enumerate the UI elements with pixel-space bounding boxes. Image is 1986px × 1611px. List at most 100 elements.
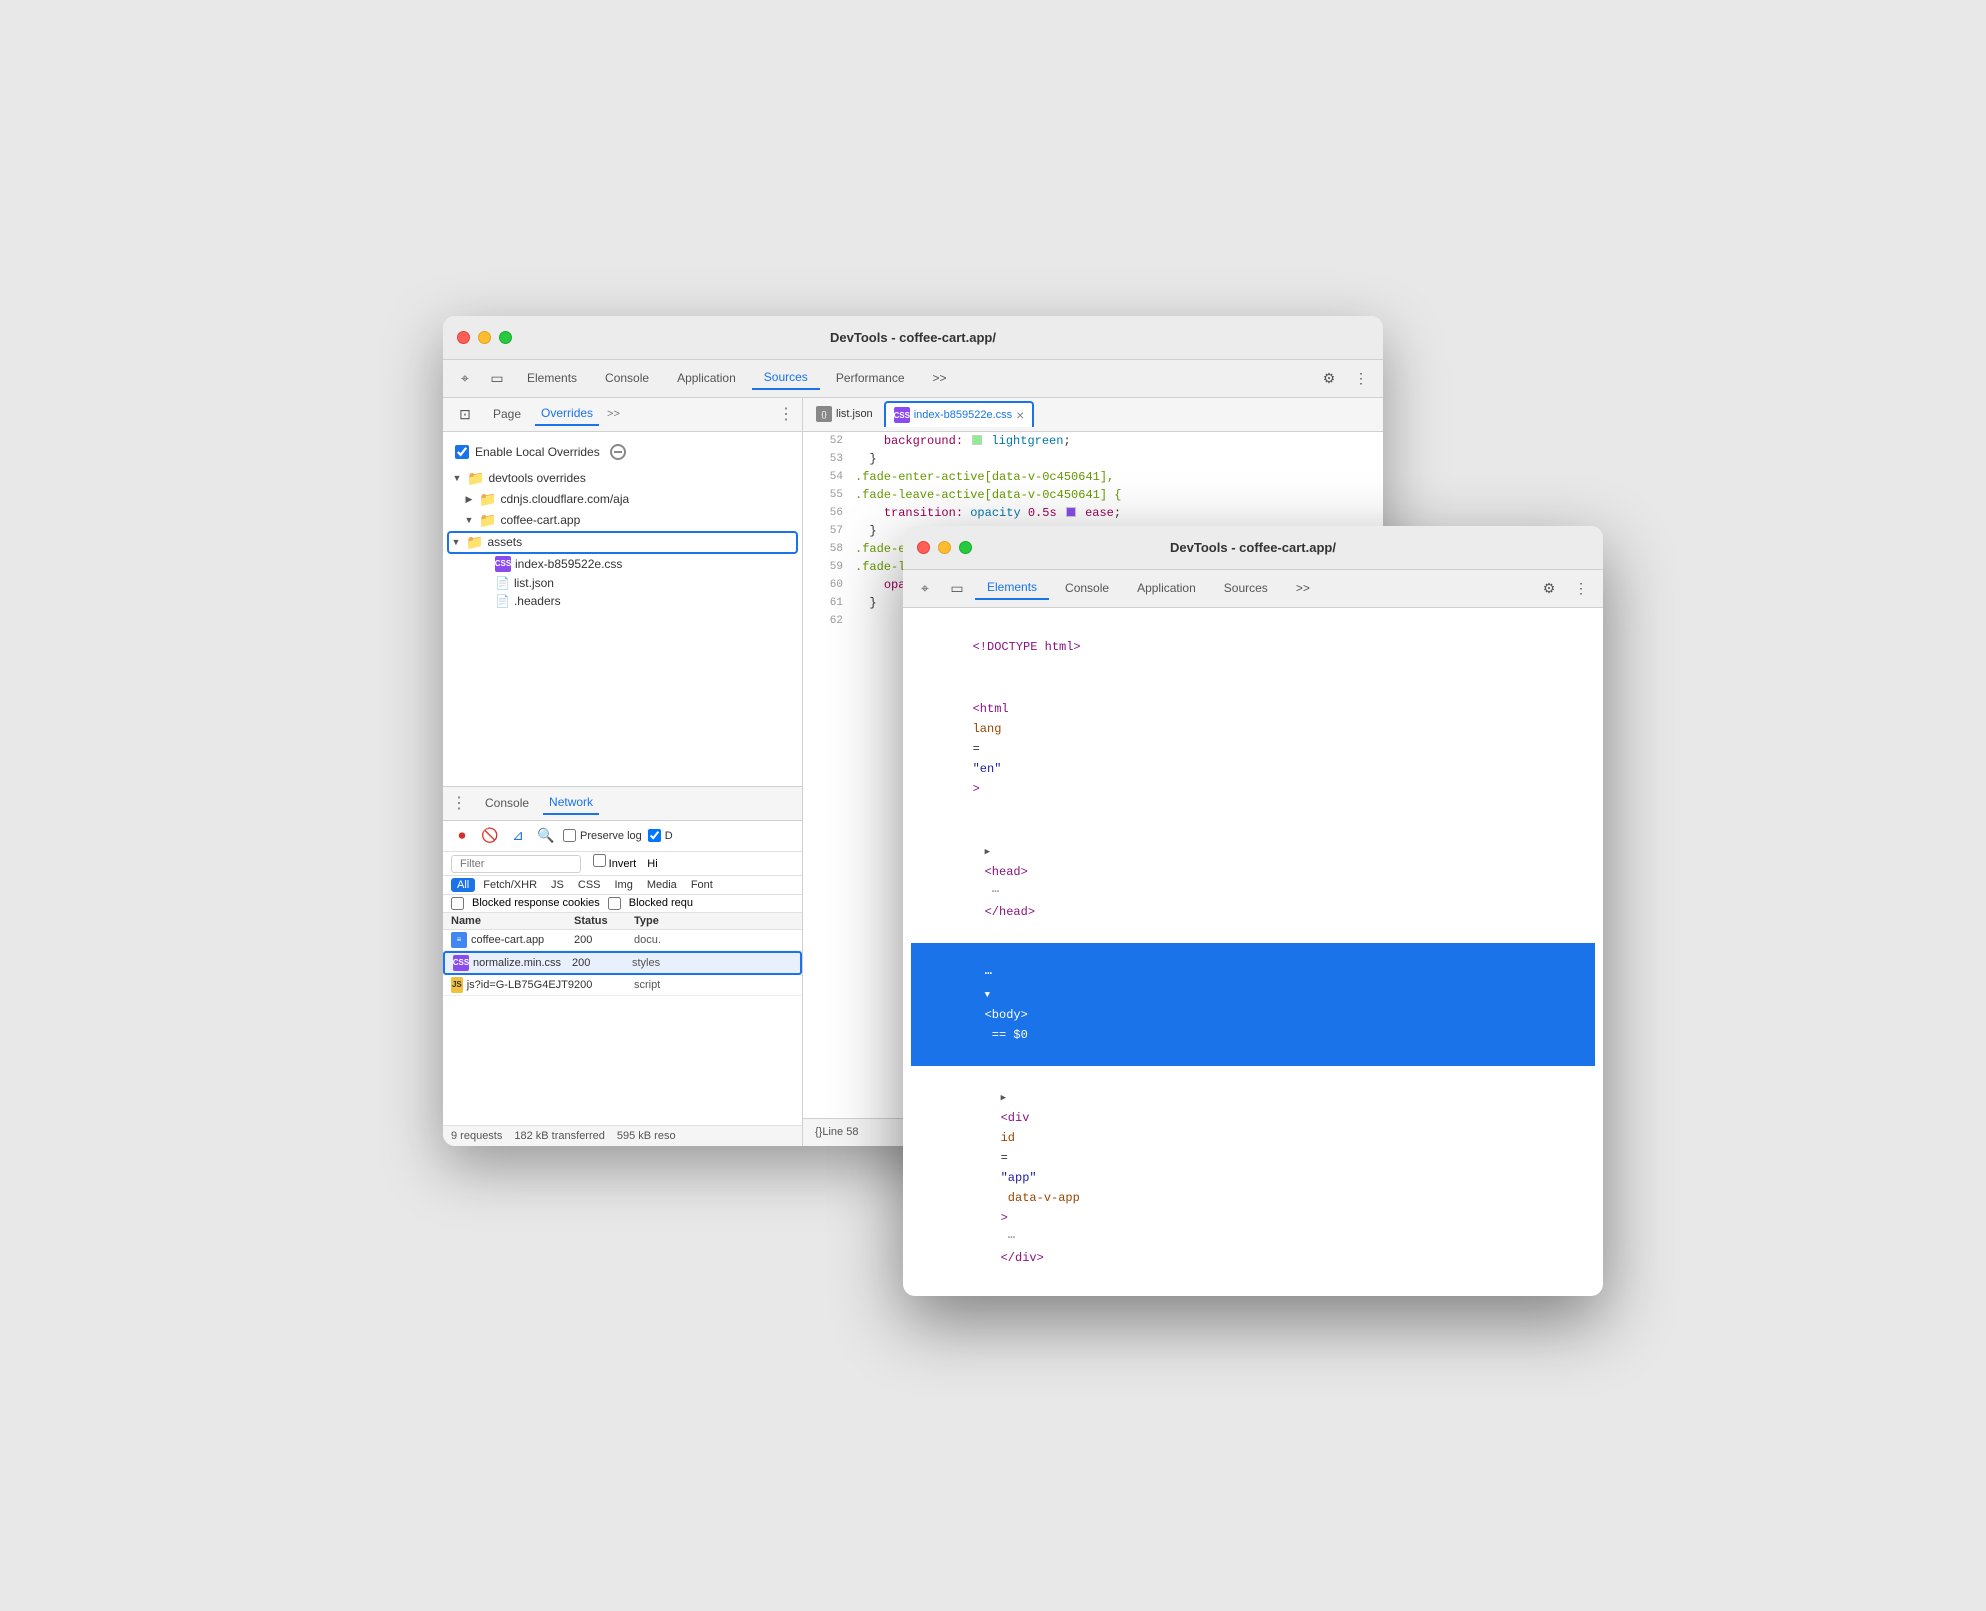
device-toggle-icon[interactable]: ▭ [483,364,511,392]
blocked-requests-checkbox[interactable] [608,897,621,910]
tab-sources-back[interactable]: Sources [752,366,820,390]
network-row-normalize[interactable]: CSS normalize.min.css 200 styles [443,951,802,975]
network-name-coffee-cart: ≡ coffee-cart.app [451,932,574,948]
tree-item-json-file[interactable]: 📄 list.json [447,574,798,592]
requests-count: 9 requests [451,1130,502,1142]
device-toggle-icon-front[interactable]: ▭ [943,574,971,602]
enable-overrides-row: Enable Local Overrides [443,440,802,468]
tab-more-front[interactable]: >> [1284,577,1322,599]
js-icon-gtag: JS [451,977,463,993]
invert-label: Invert [593,858,640,870]
tab-list-json[interactable]: {} list.json [807,401,882,427]
css-icon-normalize: CSS [453,955,469,971]
tab-network-bottom[interactable]: Network [543,791,599,815]
close-tab-icon[interactable]: × [1016,407,1024,423]
network-name-js: JS js?id=G-LB75G4EJT9 [451,977,574,993]
disable-cache-checkbox[interactable] [648,829,661,842]
code-line-53: 53 } [803,450,1383,468]
html-line-div-app[interactable]: ▶ <div id = "app" data-v-app > ⋯ </div> [911,1066,1595,1289]
tab-more-back[interactable]: >> [921,367,959,389]
tree-item-devtools-overrides[interactable]: 📁 devtools overrides [447,468,798,489]
inspect-icon-front[interactable]: ⌖ [911,574,939,602]
tree-item-css-file[interactable]: CSS index-b859522e.css [447,554,798,574]
collapse-arrow-assets [450,536,462,548]
tab-application-front[interactable]: Application [1125,577,1208,599]
filter-media[interactable]: Media [641,878,683,892]
network-row-coffee-cart[interactable]: ≡ coffee-cart.app 200 docu. [443,930,802,951]
network-status-normalize: 200 [572,957,632,969]
blocked-requests-label: Blocked requ [629,897,693,909]
tab-console-back[interactable]: Console [593,367,661,389]
tab-elements-back[interactable]: Elements [515,367,589,389]
html-line-html[interactable]: <html lang = "en" > [911,678,1595,820]
blocked-cookies-checkbox[interactable] [451,897,464,910]
filter-css[interactable]: CSS [572,878,607,892]
network-name-normalize: CSS normalize.min.css [453,955,572,971]
tab-page[interactable]: Page [487,403,527,425]
tree-item-cdnjs[interactable]: 📁 cdnjs.cloudflare.com/aja [447,489,798,510]
more-icon-front[interactable]: ⋮ [1567,574,1595,602]
network-type-coffee-cart: docu. [634,934,714,946]
more-icon-back[interactable]: ⋮ [1347,364,1375,392]
blocked-row: Blocked response cookies Blocked requ [443,895,802,913]
filter-types: All Fetch/XHR JS CSS Img Media Font [443,876,802,895]
transferred-label: 182 kB transferred [514,1130,605,1142]
enable-overrides-label: Enable Local Overrides [475,445,600,459]
tab-performance-back[interactable]: Performance [824,367,917,389]
tab-more-sidebar[interactable]: >> [607,408,620,420]
html-line-doctype[interactable]: <!DOCTYPE html> [911,616,1595,678]
html-line-head[interactable]: ▶ <head> ⋯ </head> [911,820,1595,943]
gear-icon-back[interactable]: ⚙ [1315,364,1343,392]
tab-console-bottom[interactable]: Console [479,792,535,814]
tree-item-headers-file[interactable]: 📄 .headers [447,592,798,610]
enable-overrides-checkbox[interactable] [455,445,469,459]
tab-console-front[interactable]: Console [1053,577,1121,599]
sidebar-back: ⊡ Page Overrides >> ⋮ Enable Local Overr… [443,398,803,1146]
maximize-button-front[interactable] [959,541,972,554]
minimize-button-front[interactable] [938,541,951,554]
tab-overrides[interactable]: Overrides [535,402,599,426]
console-dots-icon[interactable]: ⋮ [451,793,467,813]
minimize-button-back[interactable] [478,331,491,344]
gear-icon-front[interactable]: ⚙ [1535,574,1563,602]
network-footer: 9 requests 182 kB transferred 595 kB res… [443,1125,802,1146]
tab-index-css[interactable]: CSS index-b859522e.css × [884,401,1035,427]
code-line-56: 56 transition: opacity 0.5s ease; [803,504,1383,522]
filter-all[interactable]: All [451,878,475,892]
traffic-lights-back [457,331,512,344]
filter-icon[interactable]: ⊿ [507,825,529,847]
maximize-button-back[interactable] [499,331,512,344]
network-filter-input[interactable] [451,855,581,873]
devtools-front-window: DevTools - coffee-cart.app/ ⌖ ▭ Elements… [903,526,1603,1296]
sidebar-toggle-icon[interactable]: ⊡ [451,400,479,428]
invert-checkbox[interactable] [593,854,606,867]
sidebar-tabs-back: ⊡ Page Overrides >> ⋮ [443,398,802,432]
filter-js[interactable]: JS [545,878,570,892]
inspect-icon[interactable]: ⌖ [451,364,479,392]
network-row-js[interactable]: JS js?id=G-LB75G4EJT9 200 script [443,975,802,996]
tree-item-assets[interactable]: 📁 assets [447,531,798,554]
code-line-55: 55 .fade-leave-active[data-v-0c450641] { [803,486,1383,504]
preserve-log-checkbox[interactable] [563,829,576,842]
close-button-back[interactable] [457,331,470,344]
header-name: Name [451,915,574,927]
footer-toggle-icon[interactable]: {} [815,1126,822,1138]
close-button-front[interactable] [917,541,930,554]
tab-application-back[interactable]: Application [665,367,748,389]
filter-img[interactable]: Img [609,878,639,892]
tab-elements-front[interactable]: Elements [975,576,1049,600]
search-icon-network[interactable]: 🔍 [535,825,557,847]
preserve-log-label: Preserve log [580,830,642,842]
record-button[interactable]: ⏺ [451,825,473,847]
sidebar-more-icon[interactable]: ⋮ [778,404,794,424]
devtools-tabs-front: ⌖ ▭ Elements Console Application Sources… [903,570,1603,608]
sidebar-content: Enable Local Overrides 📁 devtools overri… [443,432,802,786]
filter-font[interactable]: Font [685,878,719,892]
tree-item-coffee-cart[interactable]: 📁 coffee-cart.app [447,510,798,531]
html-line-body[interactable]: ⋯ ▼ <body> == $0 [911,943,1595,1066]
tab-sources-front[interactable]: Sources [1212,577,1280,599]
no-entry-icon[interactable] [610,444,626,460]
filter-fetch-xhr[interactable]: Fetch/XHR [477,878,543,892]
clear-button[interactable]: 🚫 [479,825,501,847]
html-line-comment1[interactable]: <!-- disable for Core Web Vitals measure… [911,1289,1595,1296]
